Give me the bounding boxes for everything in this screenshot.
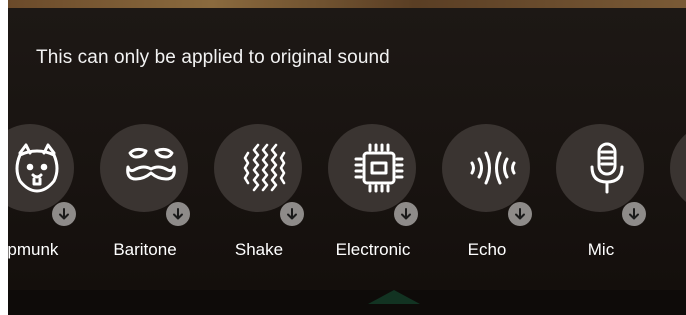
download-button[interactable] [166,202,190,226]
effect-echo[interactable]: Echo [435,124,539,274]
effect-electronic[interactable]: Electronic [321,124,425,274]
effect-icon-circle [8,124,74,212]
effect-label: Electronic [335,240,411,259]
download-button[interactable] [52,202,76,226]
effect-icon-circle [556,124,644,212]
mustache-icon [126,147,176,181]
effects-row: ipmunk Baritone Shake Electronic Echo Mi… [8,0,686,315]
download-button[interactable] [508,202,532,226]
effect-baritone[interactable]: Baritone [93,124,197,274]
effect-icon-circle [328,124,416,212]
effect-mic[interactable]: Mic [549,124,653,274]
effect-label: Shake [234,240,284,259]
effect-icon-circle [100,124,188,212]
download-arrow-icon [515,208,525,220]
effect-label: Baritone [113,240,177,259]
echo-icon [470,151,516,185]
microphone-icon [590,142,624,194]
chipmunk-icon [15,143,59,193]
download-arrow-icon [59,208,69,220]
download-button[interactable] [394,202,418,226]
effect-icon-circle [670,124,686,212]
download-arrow-icon [629,208,639,220]
download-arrow-icon [287,208,297,220]
shake-icon [243,143,286,192]
download-button[interactable] [622,202,646,226]
effect-label: Echo [467,240,507,259]
effect-label: Mic [587,240,615,259]
voice-effects-panel: This can only be applied to original sou… [8,0,686,315]
effect-icon-circle [214,124,302,212]
effect-label: ipmunk [8,240,59,259]
chip-icon [354,143,404,193]
download-arrow-icon [401,208,411,220]
download-arrow-icon [173,208,183,220]
download-button[interactable] [280,202,304,226]
effect-shake[interactable]: Shake [207,124,311,274]
effect-chipmunk[interactable]: ipmunk [8,124,83,274]
effect-next[interactable] [663,124,686,274]
effect-icon-circle [442,124,530,212]
